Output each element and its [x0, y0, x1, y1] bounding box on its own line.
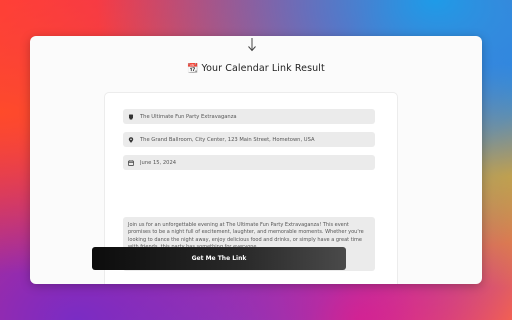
calendar-icon [128, 159, 134, 166]
location-value: The Grand Ballroom, City Center, 123 Mai… [140, 136, 315, 143]
event-title-value: The Ultimate Fun Party Extravaganza [140, 113, 237, 120]
page-title-text: Your Calendar Link Result [201, 63, 325, 74]
location-field[interactable]: The Grand Ballroom, City Center, 123 Mai… [123, 132, 375, 147]
date-field[interactable]: June 15, 2024 [123, 155, 375, 170]
arrow-down-icon [248, 38, 256, 52]
get-link-button[interactable]: Get Me The Link [92, 247, 346, 270]
map-pin-icon [128, 136, 134, 143]
calendar-icon: 📆 [187, 64, 199, 74]
cup-icon [128, 114, 134, 120]
page-title: 📆 Your Calendar Link Result [30, 63, 482, 74]
date-value: June 15, 2024 [140, 159, 177, 166]
event-title-field[interactable]: The Ultimate Fun Party Extravaganza [123, 109, 375, 124]
